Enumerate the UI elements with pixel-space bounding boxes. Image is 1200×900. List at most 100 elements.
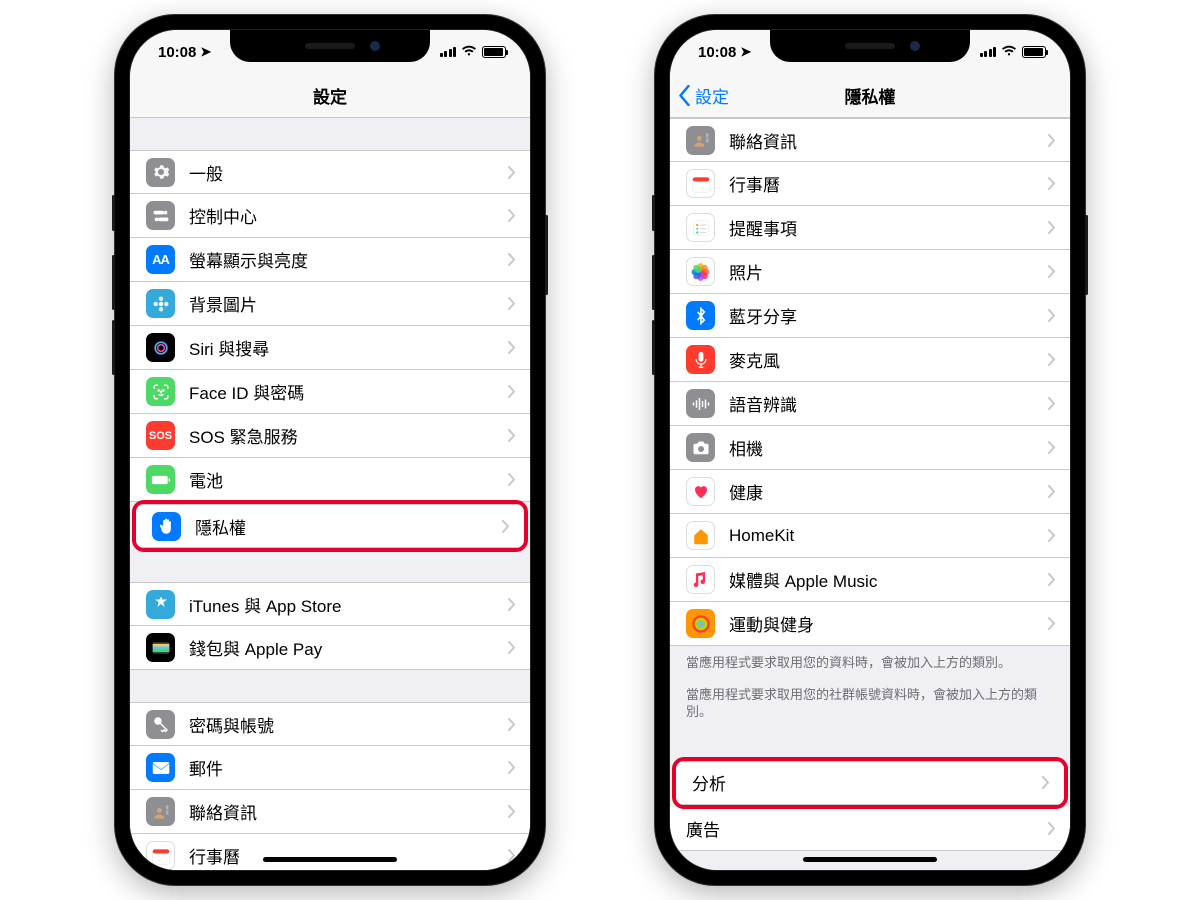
settings-group: 聯絡資訊 行事曆 提醒事項 照片 藍牙分享 麥克風 語音辨識 [670, 118, 1070, 646]
wifi-icon [461, 45, 477, 60]
row-label: 背景圖片 [189, 291, 508, 316]
chevron-right-icon [1048, 309, 1070, 322]
row-sos[interactable]: SOS SOS 緊急服務 [130, 414, 530, 458]
row-label: 運動與健身 [729, 611, 1048, 636]
location-icon: ➤ [740, 44, 751, 60]
row-homekit[interactable]: HomeKit [670, 514, 1070, 558]
row-row-0-2[interactable]: AA 螢幕顯示與亮度 [130, 238, 530, 282]
row-row-0-6[interactable]: 語音辨識 [670, 382, 1070, 426]
faceid-icon [146, 377, 175, 406]
row-label: 密碼與帳號 [189, 712, 508, 737]
switches-icon [146, 201, 175, 230]
row-label: 行事曆 [189, 843, 508, 868]
row-row-0-5[interactable]: 麥克風 [670, 338, 1070, 382]
row-row-1-1[interactable]: 廣告 [670, 807, 1070, 851]
cellular-icon [980, 47, 997, 57]
contacts-icon [686, 126, 715, 155]
row-label: 提醒事項 [729, 215, 1048, 240]
chevron-right-icon [508, 805, 530, 818]
row-label: iTunes 與 App Store [189, 592, 508, 617]
chevron-right-icon [508, 209, 530, 222]
phone-frame-right: 10:08 ➤ 設定 隱私權 聯絡資訊 行事曆 [655, 15, 1085, 885]
row-apple-music[interactable]: 媒體與 Apple Music [670, 558, 1070, 602]
back-button[interactable]: 設定 [678, 74, 729, 117]
row-siri[interactable]: Siri 與搜尋 [130, 326, 530, 370]
row-row-2-3[interactable]: 行事曆 [130, 834, 530, 870]
row-label: 健康 [729, 479, 1048, 504]
row-row-0-2[interactable]: 提醒事項 [670, 206, 1070, 250]
row-label: Siri 與搜尋 [189, 335, 508, 360]
row-label: 分析 [692, 770, 1042, 795]
highlight-box: 隱私權 [132, 500, 528, 552]
row-row-0-4[interactable]: 藍牙分享 [670, 294, 1070, 338]
status-time: 10:08 [158, 44, 196, 61]
nav-title: 設定 [313, 83, 347, 108]
chevron-right-icon [1048, 134, 1070, 147]
row-row-0-0[interactable]: 一般 [130, 150, 530, 194]
chevron-right-icon [1048, 397, 1070, 410]
highlight-box: 分析 [672, 757, 1068, 809]
chevron-right-icon [1042, 776, 1064, 789]
SOS-icon: SOS [146, 421, 175, 450]
row-row-0-8[interactable]: 健康 [670, 470, 1070, 514]
row-label: 錢包與 Apple Pay [189, 635, 508, 660]
chevron-right-icon [1048, 529, 1070, 542]
group-footer: 當應用程式要求取用您的社群帳號資料時，會被加入上方的類別。 [670, 678, 1070, 727]
row-row-0-8[interactable]: 隱私權 [136, 504, 524, 548]
chevron-right-icon [1048, 822, 1070, 835]
calendar-icon [686, 169, 715, 198]
row-row-0-7[interactable]: 相機 [670, 426, 1070, 470]
flower-icon [146, 289, 175, 318]
row-row-0-7[interactable]: 電池 [130, 458, 530, 502]
AA-icon: AA [146, 245, 175, 274]
row-row-2-0[interactable]: 密碼與帳號 [130, 702, 530, 746]
settings-scroll[interactable]: 一般 控制中心 AA 螢幕顯示與亮度 背景圖片 Siri 與搜尋 Face ID… [130, 118, 530, 870]
row-row-2-2[interactable]: 聯絡資訊 [130, 790, 530, 834]
row-row-0-1[interactable]: 行事曆 [670, 162, 1070, 206]
contacts-icon [146, 797, 175, 826]
waveform-icon [686, 389, 715, 418]
row-row-0-11[interactable]: 運動與健身 [670, 602, 1070, 646]
row-label: 一般 [189, 160, 508, 185]
row-label: SOS 緊急服務 [189, 423, 508, 448]
chevron-right-icon [508, 761, 530, 774]
settings-group: 一般 控制中心 AA 螢幕顯示與亮度 背景圖片 Siri 與搜尋 Face ID… [130, 150, 530, 552]
row-apple-pay[interactable]: 錢包與 Apple Pay [130, 626, 530, 670]
row-itunes-app-store[interactable]: iTunes 與 App Store [130, 582, 530, 626]
wallet-icon [146, 633, 175, 662]
row-label: 控制中心 [189, 203, 508, 228]
row-label: 螢幕顯示與亮度 [189, 247, 508, 272]
reminders-icon [686, 213, 715, 242]
settings-group: 密碼與帳號 郵件 聯絡資訊 行事曆 [130, 702, 530, 870]
home-indicator[interactable] [803, 857, 937, 862]
appstore-icon [146, 590, 175, 619]
battery-icon [1022, 46, 1046, 58]
chevron-right-icon [508, 341, 530, 354]
chevron-right-icon [508, 598, 530, 611]
row-row-0-0[interactable]: 聯絡資訊 [670, 118, 1070, 162]
battery-icon [146, 465, 175, 494]
row-row-0-3[interactable]: 照片 [670, 250, 1070, 294]
chevron-right-icon [1048, 177, 1070, 190]
chevron-right-icon [1048, 485, 1070, 498]
row-label: 媒體與 Apple Music [729, 567, 1048, 592]
bluetooth-icon [686, 301, 715, 330]
chevron-right-icon [508, 641, 530, 654]
row-label: 隱私權 [195, 514, 502, 539]
row-row-0-1[interactable]: 控制中心 [130, 194, 530, 238]
chevron-right-icon [508, 849, 530, 862]
location-icon: ➤ [200, 44, 211, 60]
row-label: 聯絡資訊 [729, 128, 1048, 153]
chevron-right-icon [1048, 441, 1070, 454]
row-face-id[interactable]: Face ID 與密碼 [130, 370, 530, 414]
home-indicator[interactable] [263, 857, 397, 862]
privacy-scroll[interactable]: 聯絡資訊 行事曆 提醒事項 照片 藍牙分享 麥克風 語音辨識 [670, 118, 1070, 870]
row-row-2-1[interactable]: 郵件 [130, 746, 530, 790]
row-label: 藍牙分享 [729, 303, 1048, 328]
row-row-1-0[interactable]: 分析 [676, 761, 1064, 805]
heart-icon [686, 477, 715, 506]
row-label: HomeKit [729, 526, 1048, 546]
chevron-right-icon [508, 473, 530, 486]
row-row-0-3[interactable]: 背景圖片 [130, 282, 530, 326]
chevron-right-icon [1048, 353, 1070, 366]
